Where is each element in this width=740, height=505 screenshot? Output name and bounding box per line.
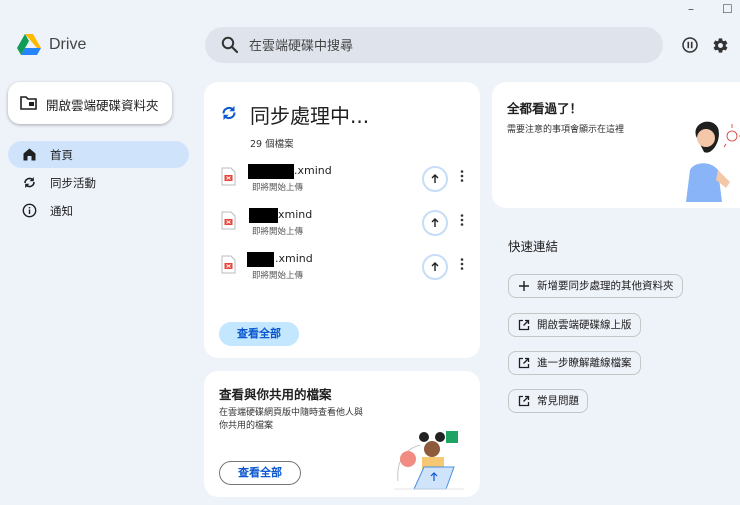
- sidebar-item-label: 首頁: [50, 148, 73, 162]
- arrow-up-icon: [431, 262, 439, 271]
- more-vert-icon[interactable]: [460, 258, 464, 270]
- sidebar-item-sync-activity[interactable]: 同步活動: [8, 169, 189, 196]
- search-icon: [221, 36, 239, 54]
- file-status: 即將開始上傳: [252, 183, 304, 193]
- xmind-file-icon: [221, 167, 236, 186]
- upload-button[interactable]: [422, 166, 448, 192]
- gear-icon[interactable]: [712, 37, 729, 54]
- shared-title: 查看與你共用的檔案: [219, 387, 332, 402]
- arrow-up-icon: [431, 174, 439, 183]
- shared-description: 在雲端硬碟網頁版中隨時查看他人與你共用的檔案: [219, 408, 364, 431]
- open-in-new-icon: [518, 357, 530, 369]
- pause-circle-icon[interactable]: [682, 37, 698, 53]
- minimize-button[interactable]: –: [688, 2, 694, 16]
- quick-link-label: 常見問題: [537, 395, 579, 407]
- upload-button[interactable]: [422, 254, 448, 280]
- redacted-filename: [247, 252, 274, 267]
- file-count: 29 個檔案: [250, 139, 294, 150]
- file-row[interactable]: xmind 即將開始上傳: [218, 208, 473, 248]
- quick-link-offline-files[interactable]: 進一步瞭解離線檔案: [508, 351, 641, 375]
- sync-icon: [222, 106, 236, 120]
- file-row[interactable]: .xmind 即將開始上傳: [218, 164, 473, 204]
- quick-links-title: 快速連結: [508, 239, 559, 254]
- file-name: .xmind: [294, 164, 332, 177]
- open-drive-folder-label: 開啟雲端硬碟資料夾: [46, 98, 159, 113]
- xmind-file-icon: [221, 211, 236, 230]
- search-input[interactable]: [247, 27, 651, 65]
- more-vert-icon[interactable]: [460, 170, 464, 182]
- upload-button[interactable]: [422, 210, 448, 236]
- file-status: 即將開始上傳: [252, 271, 304, 281]
- open-in-new-icon: [518, 395, 530, 407]
- xmind-file-icon: [221, 255, 236, 274]
- quick-link-open-web[interactable]: 開啟雲端硬碟線上版: [508, 313, 641, 337]
- info-icon: [22, 203, 37, 218]
- sync-icon: [24, 177, 35, 188]
- view-all-sync-button[interactable]: 查看全部: [219, 322, 299, 346]
- plus-icon: [519, 281, 529, 291]
- sidebar-item-label: 通知: [50, 204, 73, 218]
- sync-status-card: 同步處理中... 29 個檔案 .xmind 即將開始上傳 xmind 即將開始…: [204, 82, 480, 358]
- file-name: .xmind: [275, 252, 313, 265]
- file-status: 即將開始上傳: [252, 227, 304, 237]
- app-name: Drive: [49, 36, 87, 53]
- quick-link-add-folder[interactable]: 新增要同步處理的其他資料夾: [508, 274, 683, 298]
- shared-illustration-icon: [394, 431, 464, 490]
- file-name: xmind: [278, 208, 313, 221]
- quick-link-faq[interactable]: 常見問題: [508, 389, 588, 413]
- quick-link-label: 新增要同步處理的其他資料夾: [537, 280, 674, 292]
- open-in-new-icon: [518, 319, 530, 331]
- notifications-title: 全都看過了！: [507, 101, 583, 116]
- redacted-filename: [249, 208, 278, 223]
- sidebar-item-notifications[interactable]: 通知: [8, 197, 189, 224]
- maximize-button[interactable]: ☐: [722, 2, 733, 16]
- google-drive-logo-icon: [17, 34, 41, 55]
- more-vert-icon[interactable]: [460, 214, 464, 226]
- search-bar[interactable]: [205, 27, 663, 65]
- sync-title: 同步處理中...: [250, 104, 370, 128]
- quick-link-label: 開啟雲端硬碟線上版: [537, 319, 632, 331]
- quick-link-label: 進一步瞭解離線檔案: [537, 357, 632, 369]
- notifications-description: 需要注意的事項會顯示在這裡: [507, 125, 625, 135]
- home-icon: [23, 148, 36, 161]
- sidebar-item-home[interactable]: 首頁: [8, 141, 189, 168]
- shared-files-card: 查看與你共用的檔案 在雲端硬碟網頁版中隨時查看他人與你共用的檔案 查看全部: [204, 371, 480, 497]
- person-illustration-icon: [686, 121, 740, 202]
- arrow-up-icon: [431, 218, 439, 227]
- view-all-shared-button[interactable]: 查看全部: [219, 461, 301, 485]
- notifications-card: 全都看過了！ 需要注意的事項會顯示在這裡: [492, 82, 740, 208]
- redacted-filename: [248, 164, 294, 179]
- open-drive-folder-button[interactable]: 開啟雲端硬碟資料夾: [8, 82, 172, 124]
- folder-icon: [20, 96, 37, 110]
- file-row[interactable]: .xmind 即將開始上傳: [218, 252, 473, 292]
- sidebar-item-label: 同步活動: [50, 176, 96, 190]
